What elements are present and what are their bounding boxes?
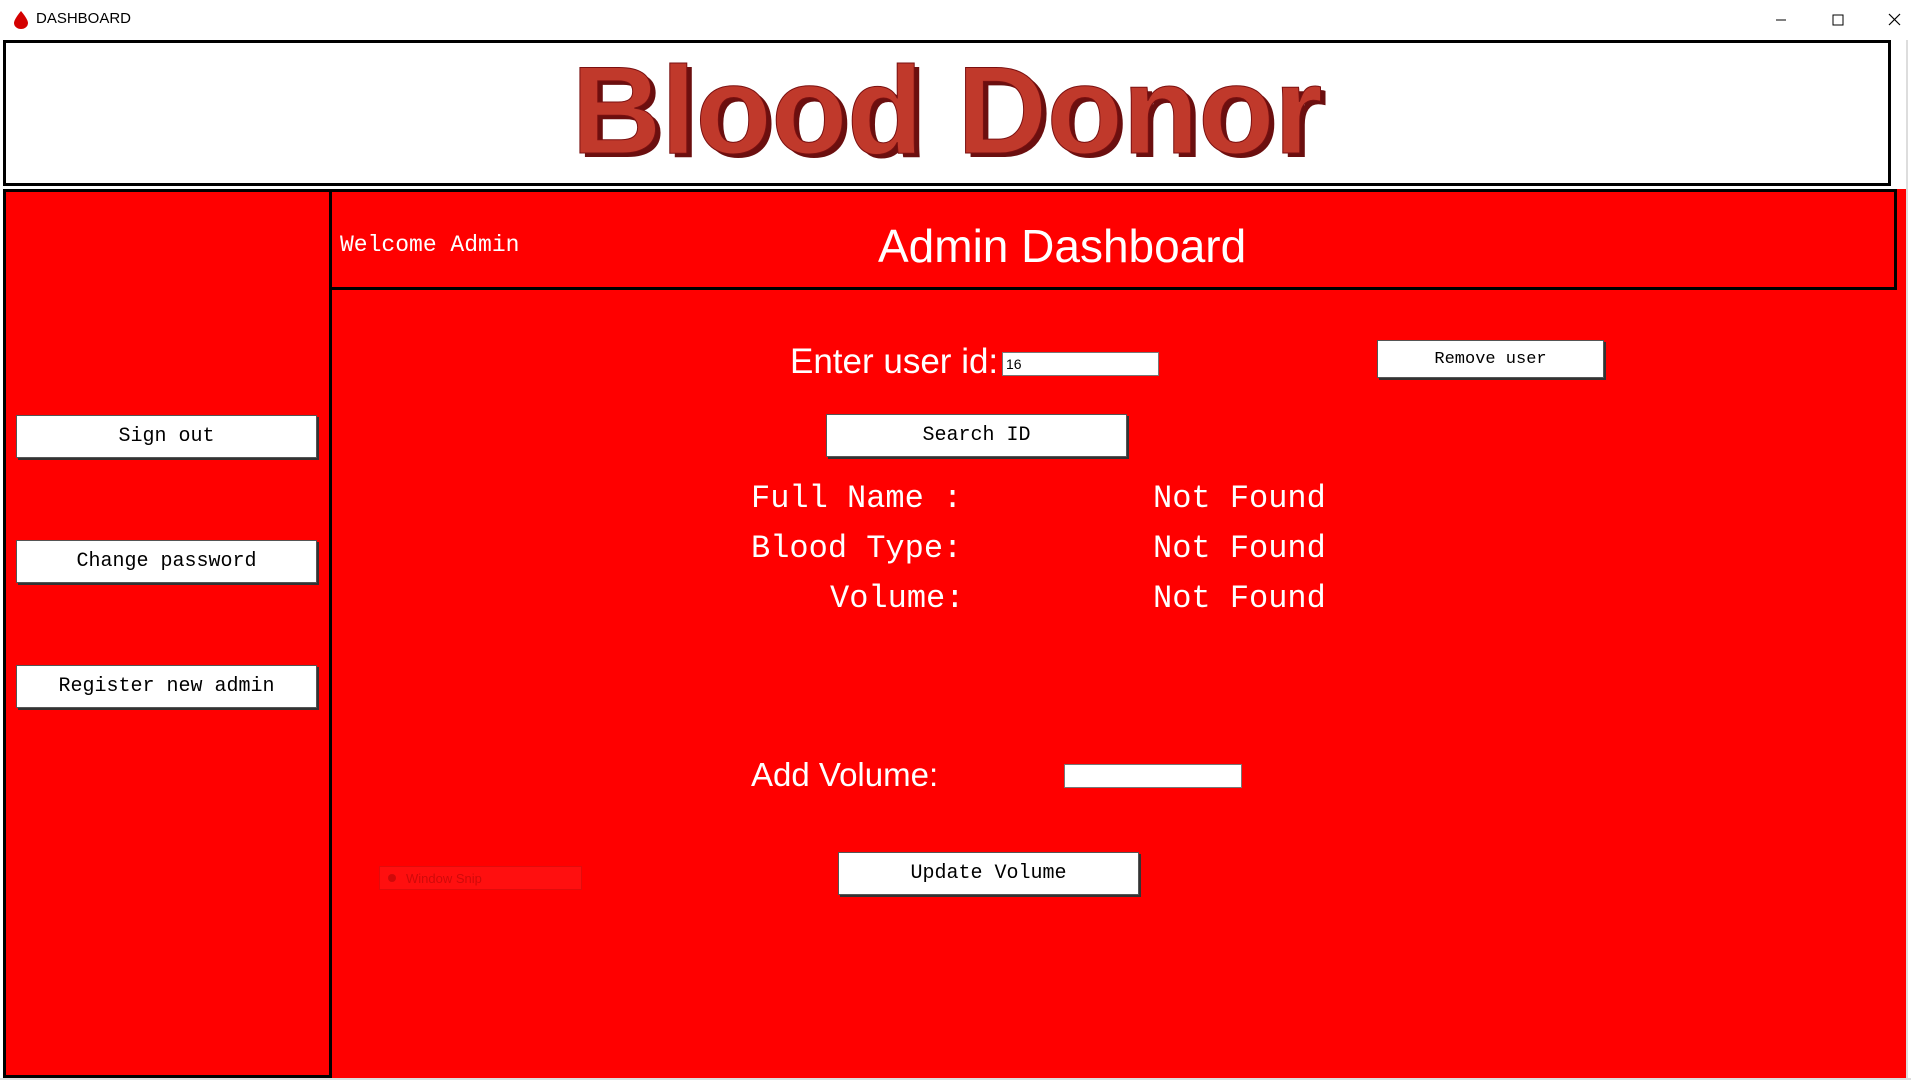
main-header: Welcome Admin Admin Dashboard	[332, 189, 1897, 290]
add-volume-input[interactable]	[1064, 764, 1242, 788]
minimize-button[interactable]	[1752, 0, 1809, 39]
minimize-icon	[1775, 19, 1786, 20]
logo-text: Blood Donor	[572, 43, 1323, 180]
remove-user-button[interactable]: Remove user	[1377, 340, 1604, 378]
blood-donor-logo: Blood Donor Blood Donor	[571, 43, 1327, 183]
snip-icon	[388, 874, 396, 882]
full-name-label: Full Name :	[751, 480, 963, 517]
add-volume-label: Add Volume:	[751, 756, 939, 793]
change-password-button[interactable]: Change password	[16, 540, 317, 583]
blood-drop-icon	[14, 11, 28, 29]
update-volume-button[interactable]: Update Volume	[838, 852, 1139, 895]
user-id-input[interactable]: 16	[1002, 352, 1159, 376]
window-title: DASHBOARD	[36, 10, 132, 27]
page-title: Admin Dashboard	[878, 220, 1247, 272]
window-snip-overlay: Window Snip	[379, 866, 582, 890]
volume-label: Volume:	[830, 580, 965, 617]
search-id-button[interactable]: Search ID	[826, 414, 1127, 457]
welcome-text: Welcome Admin	[340, 232, 520, 258]
maximize-button[interactable]	[1809, 0, 1866, 39]
sign-out-button[interactable]: Sign out	[16, 415, 317, 458]
close-icon	[1888, 13, 1901, 26]
user-id-label: Enter user id:	[790, 342, 999, 381]
maximize-icon	[1832, 14, 1843, 25]
sidebar: Sign out Change password Register new ad…	[3, 189, 332, 1078]
register-admin-button[interactable]: Register new admin	[16, 665, 317, 708]
close-button[interactable]	[1866, 0, 1911, 39]
window-edge	[1906, 40, 1908, 1080]
logo-banner: Blood Donor Blood Donor	[3, 40, 1891, 186]
snip-label: Window Snip	[406, 870, 482, 886]
app-window: DASHBOARD Blood Donor Blood Donor Sign o…	[0, 0, 1911, 1080]
title-bar: DASHBOARD	[0, 0, 1911, 39]
blood-type-label: Blood Type:	[751, 530, 963, 567]
main-panel: Welcome Admin Admin Dashboard Enter user…	[332, 189, 1908, 1080]
full-name-value: Not Found	[1153, 480, 1326, 517]
volume-value: Not Found	[1153, 580, 1326, 617]
blood-type-value: Not Found	[1153, 530, 1326, 567]
